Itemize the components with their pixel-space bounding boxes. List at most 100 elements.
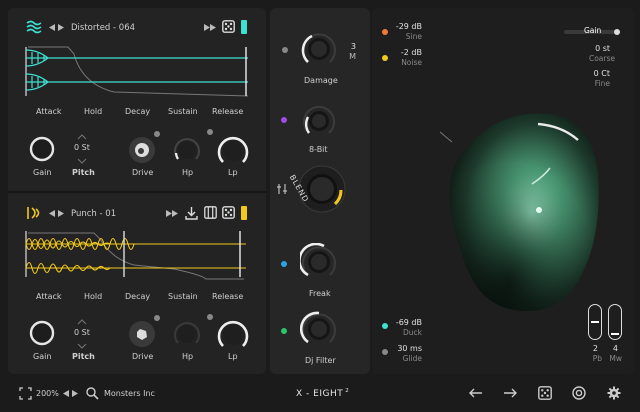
layer2-hp-knob[interactable]: [172, 319, 202, 349]
search-icon[interactable]: [86, 387, 99, 400]
layer2-lp-knob[interactable]: [216, 318, 250, 350]
env-hold-label: Hold: [84, 292, 103, 301]
pitchbend-slider[interactable]: [588, 304, 602, 340]
layer2-pitch-label: Pitch: [72, 352, 95, 361]
layer2-drive-knob[interactable]: [128, 320, 156, 348]
blob-visualizer[interactable]: [432, 104, 602, 326]
dice-icon[interactable]: [222, 20, 235, 33]
layer2-pitch-value[interactable]: 0 St: [74, 328, 90, 337]
freak-label: Freak: [309, 289, 331, 298]
fine-value[interactable]: 0 Ct: [580, 69, 610, 78]
glide-label: Glide: [402, 354, 422, 363]
noise-value[interactable]: -2 dB: [388, 48, 422, 57]
bitcrush-knob[interactable]: [301, 103, 337, 139]
djfilter-knob[interactable]: [300, 310, 338, 348]
duck-value[interactable]: -69 dB: [388, 318, 422, 327]
download-icon[interactable]: [185, 206, 198, 220]
settings-gear-icon[interactable]: [607, 386, 621, 400]
next-preset-icon[interactable]: [58, 210, 64, 217]
bitcrush-label: 8-Bit: [309, 145, 328, 154]
layer2-solo-toggle[interactable]: [241, 206, 247, 220]
prev-preset-icon[interactable]: [49, 210, 55, 217]
layer2-lp-indicator: [207, 314, 213, 320]
modwheel-slider[interactable]: [608, 304, 622, 340]
damage-indicator: [282, 47, 288, 53]
layer2-gain-knob[interactable]: [29, 320, 55, 346]
env-attack-label: Attack: [36, 292, 62, 301]
fast-forward-icon[interactable]: [166, 210, 178, 217]
damage-unit: M: [349, 52, 356, 61]
fast-forward-icon[interactable]: [204, 24, 216, 31]
layer1-hp-knob[interactable]: [172, 135, 202, 165]
layer1-hp-label: Hp: [182, 168, 194, 177]
coarse-label: Coarse: [588, 54, 615, 63]
resize-icon[interactable]: [19, 387, 32, 400]
djfilter-label: Dj Filter: [305, 356, 336, 365]
damage-label: Damage: [304, 76, 338, 85]
coarse-value[interactable]: 0 st: [580, 44, 610, 53]
freak-knob[interactable]: [300, 243, 338, 281]
layer1-pitch-label: Pitch: [72, 168, 95, 177]
layer1-gain-label: Gain: [33, 168, 52, 177]
pitch-down-icon[interactable]: [77, 157, 87, 164]
layer1-lp-label: Lp: [228, 168, 238, 177]
kick-icon[interactable]: [26, 206, 42, 220]
bitcrush-indicator: [281, 117, 287, 123]
layer2-hp-label: Hp: [182, 352, 194, 361]
env-hold-label: Hold: [84, 107, 103, 116]
next-preset-icon[interactable]: [58, 24, 64, 31]
modwheel-value: 4: [612, 344, 618, 353]
damage-knob[interactable]: [300, 30, 338, 68]
pitchbend-value: 2: [592, 344, 598, 353]
sine-value[interactable]: -29 dB: [388, 22, 422, 31]
noise-label: Noise: [401, 58, 422, 67]
layer2-preset-name[interactable]: Punch - 01: [71, 209, 116, 219]
pitchbend-label: Pb: [592, 354, 602, 363]
env-release-label: Release: [212, 292, 244, 301]
layer1-envelope-display[interactable]: [24, 44, 250, 100]
damage-value: 3: [350, 42, 356, 51]
djfilter-indicator: [281, 328, 287, 334]
plugin-title: X - EIGHT 2: [296, 388, 349, 399]
blend-mixer-icon[interactable]: [276, 183, 288, 195]
plugin-title-version: 2: [345, 388, 350, 394]
redo-arrow-icon[interactable]: [503, 387, 517, 399]
env-decay-label: Decay: [125, 292, 151, 301]
layer1-drive-label: Drive: [132, 168, 154, 177]
layer1-drive-knob[interactable]: [128, 136, 156, 164]
target-icon[interactable]: [572, 386, 586, 400]
pitch-up-icon[interactable]: [77, 133, 87, 140]
preset-bank-name[interactable]: Monsters Inc: [104, 389, 155, 398]
modwheel-label: Mw: [609, 354, 622, 363]
pitch-down-icon[interactable]: [77, 342, 87, 349]
pitch-up-icon[interactable]: [77, 318, 87, 325]
prev-preset-icon[interactable]: [49, 24, 55, 31]
piano-keys-icon[interactable]: [204, 206, 217, 219]
randomize-dice-icon[interactable]: [538, 386, 552, 400]
next-bank-icon[interactable]: [72, 390, 78, 397]
layer1-preset-name[interactable]: Distorted - 064: [71, 23, 135, 33]
layer1-solo-toggle[interactable]: [241, 20, 247, 34]
env-sustain-label: Sustain: [168, 292, 198, 301]
wave-lines-icon[interactable]: [26, 20, 42, 34]
dice-icon[interactable]: [222, 206, 235, 219]
layer1-pitch-value[interactable]: 0 St: [74, 143, 90, 152]
glide-value[interactable]: 30 ms: [388, 344, 422, 353]
layer1-gain-knob[interactable]: [29, 136, 55, 162]
prev-bank-icon[interactable]: [63, 390, 69, 397]
layer-divider: [8, 191, 266, 193]
layer2-drive-label: Drive: [132, 352, 154, 361]
layer2-gain-label: Gain: [33, 352, 52, 361]
layer1-lp-knob[interactable]: [216, 134, 250, 166]
gain-slider-thumb[interactable]: [614, 29, 620, 35]
env-attack-label: Attack: [36, 107, 62, 116]
layer2-lp-label: Lp: [228, 352, 238, 361]
undo-arrow-icon[interactable]: [469, 387, 483, 399]
zoom-level[interactable]: 200%: [36, 389, 59, 398]
fine-label: Fine: [594, 79, 610, 88]
layer2-envelope-display[interactable]: [24, 229, 250, 281]
gain-slider-label: Gain: [584, 26, 602, 35]
duck-label: Duck: [403, 328, 422, 337]
sine-label: Sine: [405, 32, 422, 41]
layer1-lp-indicator: [207, 129, 213, 135]
